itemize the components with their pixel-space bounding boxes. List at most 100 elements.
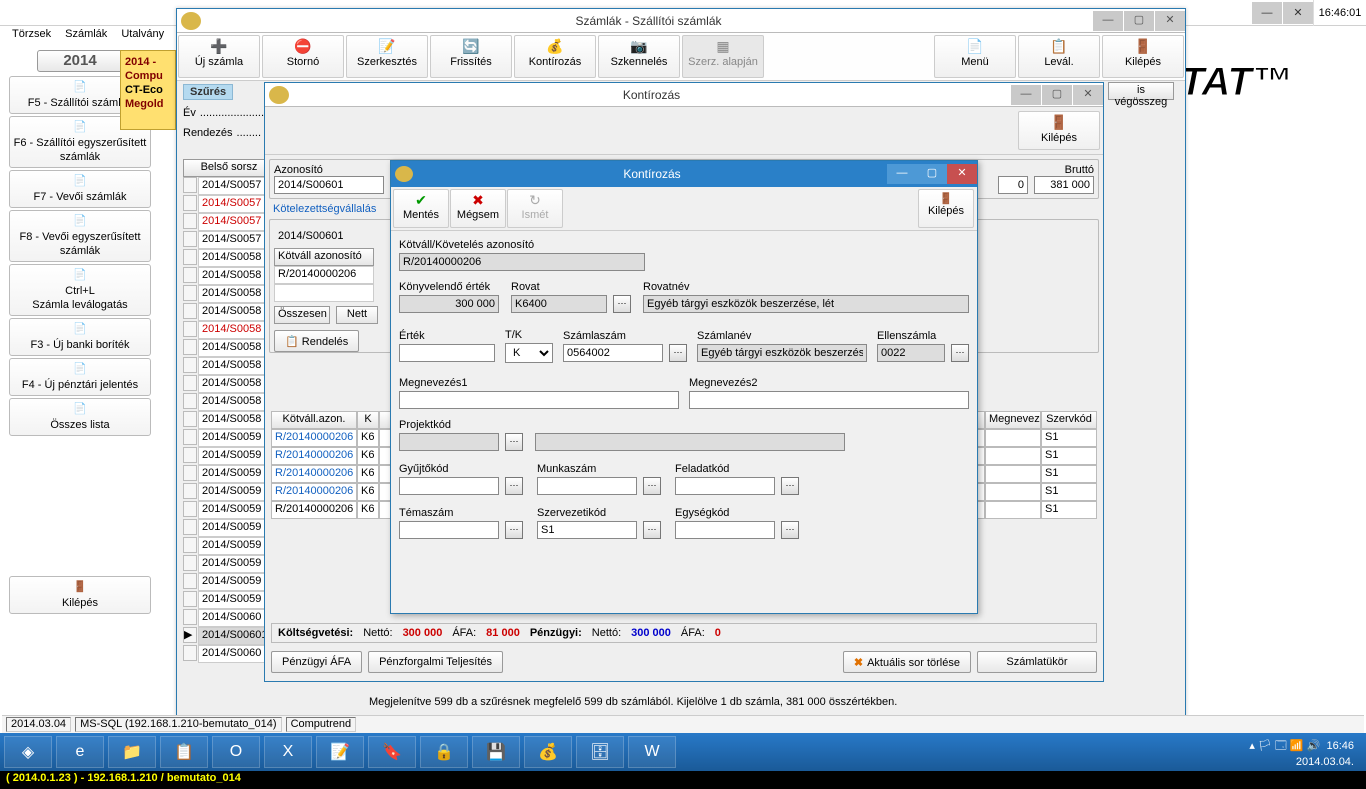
- table-cell[interactable]: R/20140000206: [271, 465, 357, 483]
- m1-field[interactable]: [399, 391, 679, 409]
- titlebar[interactable]: Számlák - Szállítói számlák — ▢ ✕: [177, 9, 1185, 33]
- close-button[interactable]: ✕: [947, 164, 977, 184]
- lookup-icon[interactable]: ⋯: [643, 521, 661, 539]
- table-cell[interactable]: [985, 447, 1041, 465]
- row-marker[interactable]: [183, 339, 197, 355]
- toolbar-button[interactable]: 📄Menü: [934, 35, 1016, 78]
- toolbar-button[interactable]: 📷Szkennelés: [598, 35, 680, 78]
- minimize-button[interactable]: —: [887, 164, 917, 184]
- row-marker[interactable]: [183, 573, 197, 589]
- row-marker[interactable]: [183, 609, 197, 625]
- table-cell[interactable]: R/20140000206: [271, 483, 357, 501]
- lookup-icon[interactable]: ⋯: [643, 477, 661, 495]
- th-belso[interactable]: Belső sorsz: [183, 159, 275, 177]
- table-cell[interactable]: S1: [1041, 465, 1097, 483]
- row-marker[interactable]: [183, 249, 197, 265]
- minimize-button[interactable]: —: [1011, 85, 1041, 105]
- azon-field[interactable]: [274, 176, 384, 194]
- toolbar-button[interactable]: 🚪Kilépés: [1102, 35, 1184, 78]
- row-marker[interactable]: [183, 303, 197, 319]
- dialog-tool-button[interactable]: ✖Mégsem: [450, 189, 506, 228]
- titlebar[interactable]: Kontírozás — ▢ ✕: [265, 83, 1103, 107]
- penzforgalmi-button[interactable]: Pénzforgalmi Teljesítés: [368, 651, 503, 673]
- table-cell[interactable]: [985, 429, 1041, 447]
- toolbar-button[interactable]: ➕Új számla: [178, 35, 260, 78]
- gy-field[interactable]: [399, 477, 499, 495]
- table-cell[interactable]: K6: [357, 501, 379, 519]
- dialog-tool-button[interactable]: ✔Mentés: [393, 189, 449, 228]
- nav-button[interactable]: 📄F4 - Új pénztári jelentés: [9, 358, 151, 396]
- egy-field[interactable]: [675, 521, 775, 539]
- tema-field[interactable]: [399, 521, 499, 539]
- nav-button[interactable]: 📄F7 - Vevői számlák: [9, 170, 151, 208]
- kotvall-value[interactable]: R/20140000206: [274, 266, 374, 284]
- row-marker[interactable]: [183, 591, 197, 607]
- tk-select[interactable]: K: [505, 343, 553, 363]
- lookup-icon[interactable]: ⋯: [951, 344, 969, 362]
- maximize-button[interactable]: ▢: [1042, 85, 1072, 105]
- tray[interactable]: ▴ 🏳 🗔 📶 🔊 16:46 2014.03.04.: [1249, 737, 1362, 768]
- nav-button[interactable]: 📄Ctrl+LSzámla leválogatás: [9, 264, 151, 316]
- close-button[interactable]: ✕: [1283, 2, 1313, 24]
- app-icon[interactable]: 📝: [316, 736, 364, 768]
- app-icon[interactable]: 💰: [524, 736, 572, 768]
- minimize-button[interactable]: —: [1252, 2, 1282, 24]
- row-marker[interactable]: [183, 537, 197, 553]
- delete-row-button[interactable]: ✖Aktuális sor törlése: [843, 651, 971, 673]
- nav-button[interactable]: 📄F8 - Vevői egyszerűsített számlák: [9, 210, 151, 262]
- toolbar-button[interactable]: ⛔Stornó: [262, 35, 344, 78]
- titlebar[interactable]: Kontírozás — ▢ ✕: [391, 161, 977, 187]
- excel-icon[interactable]: X: [264, 736, 312, 768]
- table-cell[interactable]: K6: [357, 429, 379, 447]
- table-cell[interactable]: S1: [1041, 447, 1097, 465]
- penzugyi-afa-button[interactable]: Pénzügyi ÁFA: [271, 651, 362, 673]
- table-cell[interactable]: [985, 465, 1041, 483]
- menu-torzsek[interactable]: Törzsek: [8, 26, 55, 42]
- row-marker[interactable]: [183, 285, 197, 301]
- toolbar-button[interactable]: 📋Levál.: [1018, 35, 1100, 78]
- start-button[interactable]: ◈: [4, 736, 52, 768]
- outlook-icon[interactable]: O: [212, 736, 260, 768]
- lookup-icon[interactable]: ⋯: [505, 433, 523, 451]
- table-cell[interactable]: R/20140000206: [271, 447, 357, 465]
- lookup-icon[interactable]: ⋯: [505, 477, 523, 495]
- table-cell[interactable]: R/20140000206: [271, 501, 357, 519]
- table-cell[interactable]: [985, 483, 1041, 501]
- exit-button[interactable]: 🚪 Kilépés: [1018, 111, 1100, 150]
- ertek-field[interactable]: [399, 344, 495, 362]
- rendeles-button[interactable]: 📋 Rendelés: [274, 330, 359, 352]
- table-cell[interactable]: S1: [1041, 501, 1097, 519]
- lookup-icon[interactable]: ⋯: [781, 521, 799, 539]
- menu-utalvany[interactable]: Utalvány: [117, 26, 168, 42]
- close-button[interactable]: ✕: [1155, 11, 1185, 31]
- row-marker[interactable]: [183, 195, 197, 211]
- tray-icons[interactable]: ▴ 🏳 🗔 📶 🔊: [1249, 740, 1320, 752]
- brutto-zero[interactable]: [998, 176, 1028, 194]
- szerv-field[interactable]: [537, 521, 637, 539]
- row-marker[interactable]: [183, 483, 197, 499]
- table-cell[interactable]: K6: [357, 447, 379, 465]
- toolbar-button[interactable]: 🔄Frissítés: [430, 35, 512, 78]
- ie-icon[interactable]: e: [56, 736, 104, 768]
- row-marker[interactable]: [183, 393, 197, 409]
- nav-button[interactable]: 📄F3 - Új banki boríték: [9, 318, 151, 356]
- row-marker[interactable]: [183, 645, 197, 661]
- row-marker[interactable]: [183, 375, 197, 391]
- mk-field[interactable]: [537, 477, 637, 495]
- maximize-button[interactable]: ▢: [917, 164, 947, 184]
- explorer-icon[interactable]: 📁: [108, 736, 156, 768]
- row-marker[interactable]: [183, 267, 197, 283]
- row-marker[interactable]: [183, 231, 197, 247]
- fk-field[interactable]: [675, 477, 775, 495]
- lookup-icon[interactable]: ⋯: [669, 344, 687, 362]
- word-icon[interactable]: W: [628, 736, 676, 768]
- maximize-button[interactable]: ▢: [1124, 11, 1154, 31]
- table-cell[interactable]: R/20140000206: [271, 429, 357, 447]
- app-icon[interactable]: 🔖: [368, 736, 416, 768]
- app-icon[interactable]: 🔒: [420, 736, 468, 768]
- app-icon[interactable]: 🗄: [576, 736, 624, 768]
- table-cell[interactable]: K6: [357, 483, 379, 501]
- table-cell[interactable]: K6: [357, 465, 379, 483]
- clipboard-icon[interactable]: 📋: [160, 736, 208, 768]
- row-marker[interactable]: [183, 555, 197, 571]
